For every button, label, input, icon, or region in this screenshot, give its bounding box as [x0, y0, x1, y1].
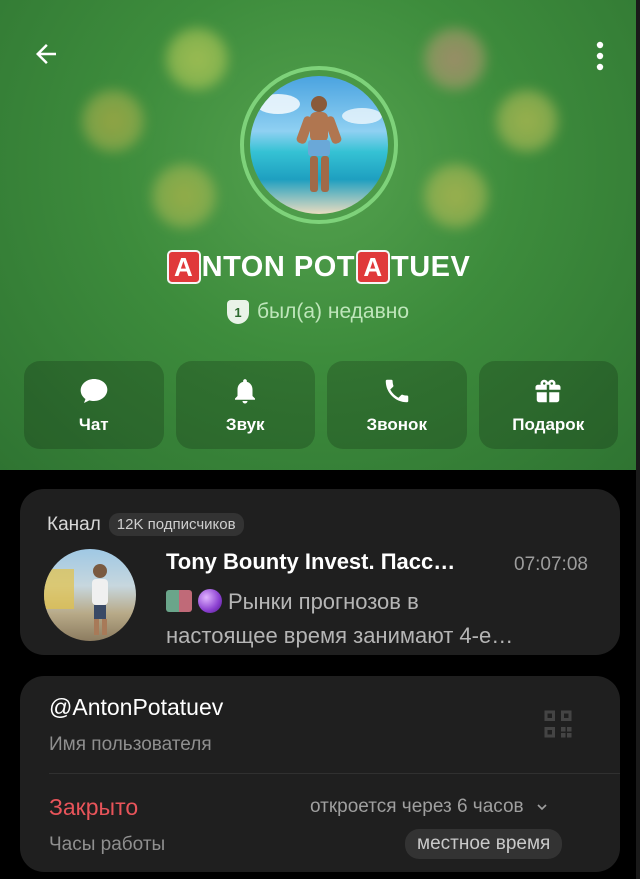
sound-button[interactable]: Звук [175, 361, 315, 449]
letter-a-badge: A [166, 250, 201, 284]
decor-blob [82, 90, 144, 152]
qr-code-button[interactable] [540, 706, 576, 742]
channel-time: 07:07:08 [514, 554, 588, 575]
opens-in-text: откроется через 6 часов [310, 796, 524, 817]
qr-code-icon [544, 710, 572, 738]
decor-blob [424, 28, 486, 90]
shield-icon: 1 [226, 300, 249, 324]
info-card: @AntonPotatuev Имя пользователя Закрыто … [20, 676, 620, 872]
decor-blob [152, 164, 216, 228]
channel-photo-icon [44, 564, 108, 635]
call-button[interactable]: Звонок [327, 361, 467, 449]
profile-name: A NTON POT A TUEV [0, 250, 636, 284]
person-figure-icon [256, 94, 382, 192]
back-button[interactable] [26, 34, 66, 74]
status-text: был(а) недавно [256, 300, 410, 323]
letter-a-badge: A [355, 250, 390, 284]
name-part-1: NTON POT [201, 250, 355, 283]
decor-blob [496, 90, 558, 152]
chat-bubble-icon [80, 379, 108, 403]
local-time-toggle[interactable]: местное время [405, 829, 563, 859]
action-label: Чат [78, 415, 109, 434]
opens-in-toggle[interactable]: откроется через 6 часов [310, 796, 550, 818]
name-part-2: TUEV [390, 250, 471, 283]
profile-avatar[interactable] [240, 66, 398, 224]
username-label: Имя пользователя [49, 734, 212, 755]
decor-blob [166, 28, 228, 90]
channel-header: Канал 12K подписчиков [47, 513, 244, 536]
action-label: Звук [225, 415, 265, 434]
background-strip [636, 0, 640, 879]
chat-button[interactable]: Чат [24, 361, 164, 449]
message-line-2: настоящее время занимают 4-е… [166, 623, 514, 648]
crystal-ball-icon [198, 589, 222, 613]
action-label: Подарок [512, 415, 585, 434]
channel-avatar [44, 549, 136, 641]
image-thumbnail-icon [166, 590, 192, 612]
channel-title: Tony Bounty Invest. Пасс… [166, 549, 456, 574]
username-value[interactable]: @AntonPotatuev [49, 694, 223, 721]
more-vertical-icon [596, 41, 604, 71]
chevron-down-icon [537, 804, 547, 811]
channel-last-message: Рынки прогнозов в настоящее время занима… [166, 585, 586, 653]
message-line-1: Рынки прогнозов в [228, 589, 419, 614]
channel-card[interactable]: Канал 12K подписчиков Tony Bounty Invest… [20, 489, 620, 655]
last-seen-status: 1 был(а) недавно [0, 300, 636, 324]
gift-icon [535, 379, 561, 403]
subscribers-badge: 12K подписчиков [108, 513, 244, 536]
business-hours-label: Часы работы [49, 834, 166, 855]
avatar-photo [250, 76, 388, 214]
phone-icon [385, 379, 408, 403]
business-hours-status: Закрыто [49, 794, 139, 820]
arrow-left-icon [36, 44, 56, 64]
bell-icon [235, 379, 256, 404]
channel-section-label: Канал [47, 513, 101, 535]
decor-blob [424, 164, 488, 228]
profile-header: A NTON POT A TUEV 1 был(а) недавно Чат З… [0, 0, 636, 470]
gift-button[interactable]: Подарок [478, 361, 618, 449]
divider [49, 773, 620, 774]
action-label: Звонок [366, 415, 427, 434]
action-row: Чат Звук Звонок Подарок [24, 361, 618, 449]
more-options-button[interactable] [582, 36, 618, 76]
